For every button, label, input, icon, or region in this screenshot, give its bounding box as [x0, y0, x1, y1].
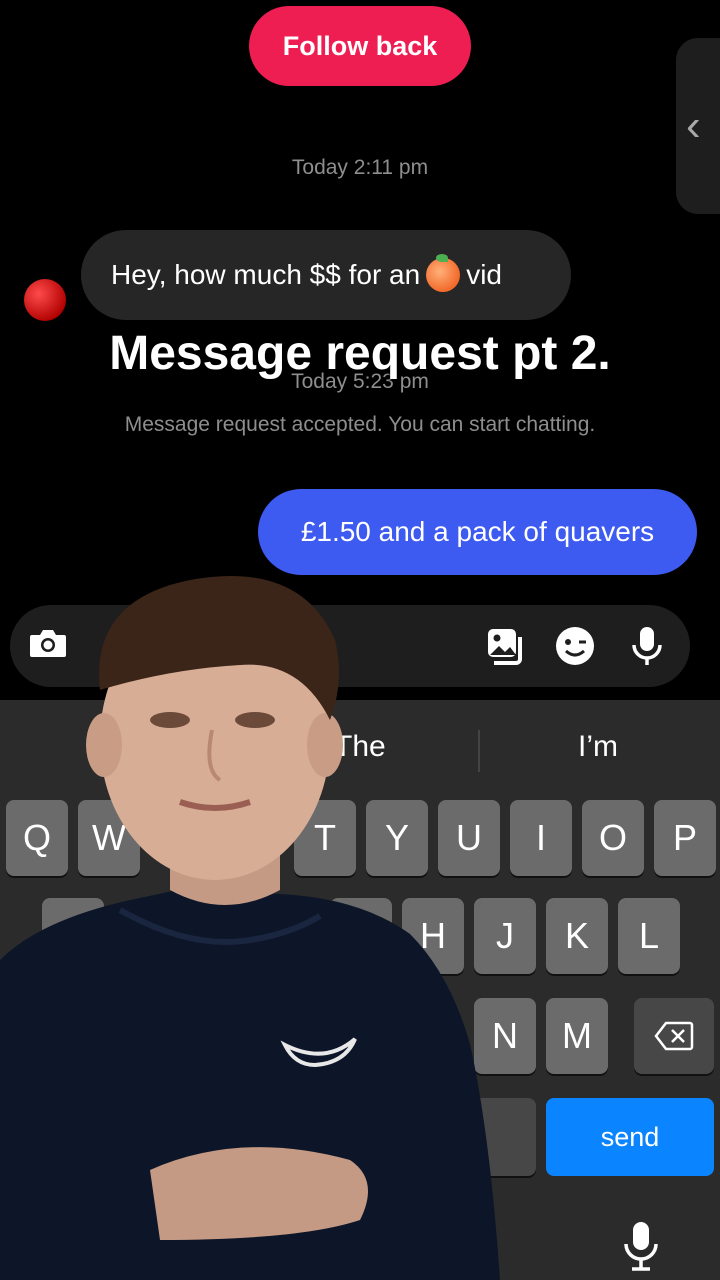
side-panel-tab[interactable]: ‹: [676, 38, 720, 214]
send-key[interactable]: send: [546, 1098, 714, 1176]
backspace-key[interactable]: [634, 998, 714, 1074]
key-p[interactable]: P: [654, 800, 716, 876]
record-indicator-icon: [24, 279, 66, 321]
key-m[interactable]: M: [546, 998, 608, 1074]
incoming-message-text: Hey, how much $$ for an: [111, 259, 421, 290]
backspace-icon: [654, 1021, 694, 1051]
timestamp: Today 2:11 pm: [291, 156, 429, 179]
system-note: Message request accepted. You can start …: [124, 413, 596, 436]
peach-emoji-icon: [426, 254, 461, 292]
key-o[interactable]: O: [582, 800, 644, 876]
dictation-icon[interactable]: [620, 1220, 662, 1272]
follow-back-button[interactable]: Follow back: [249, 6, 471, 86]
suggestion-2[interactable]: I’m: [578, 730, 618, 764]
microphone-icon[interactable]: [626, 625, 668, 667]
incoming-message-text-end: vid: [466, 259, 502, 290]
sticker-icon[interactable]: [554, 625, 596, 667]
key-l[interactable]: L: [618, 898, 680, 974]
person-cutout-image: [0, 576, 500, 1280]
outgoing-message[interactable]: £1.50 and a pack of quavers: [258, 489, 697, 575]
video-caption-overlay: Message request pt 2.: [109, 327, 611, 380]
chevron-left-icon: ‹: [686, 101, 701, 150]
key-k[interactable]: K: [546, 898, 608, 974]
outgoing-message-text: £1.50 and a pack of quavers: [300, 516, 655, 547]
incoming-message[interactable]: Hey, how much $$ for an vid: [81, 230, 571, 320]
